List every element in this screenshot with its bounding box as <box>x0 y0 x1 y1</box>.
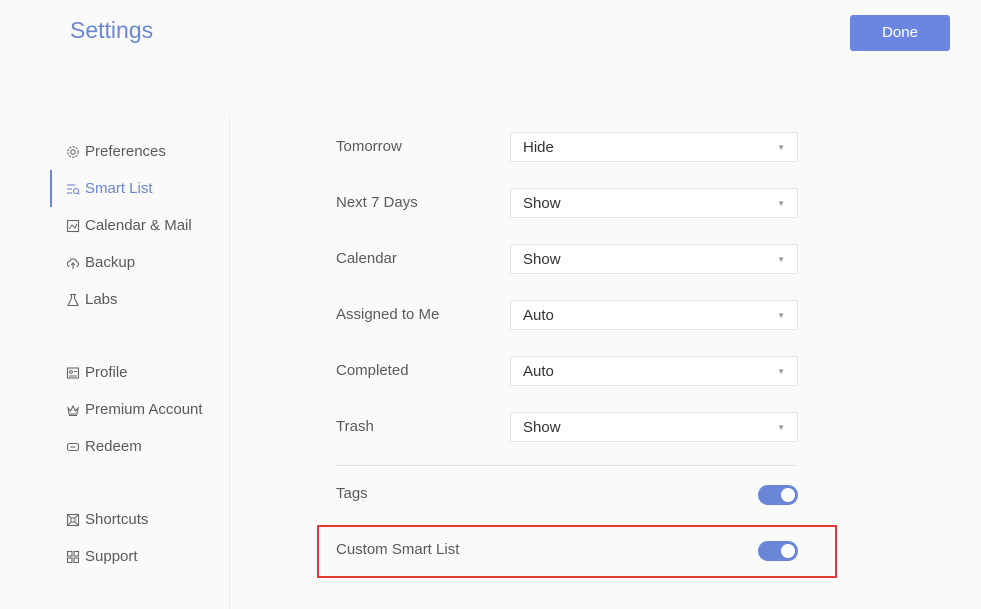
flask-icon <box>66 293 80 307</box>
toggle-knob <box>781 488 795 502</box>
sidebar-item-premium-account[interactable]: Premium Account <box>50 391 229 428</box>
sidebar-item-label: Redeem <box>85 438 142 455</box>
select-value: Auto <box>523 362 554 380</box>
cloud-backup-icon <box>66 256 80 270</box>
sidebar-item-redeem[interactable]: Redeem <box>50 428 229 465</box>
sidebar-item-labs[interactable]: Labs <box>50 281 229 318</box>
next-7-days-select[interactable]: Show ▼ <box>510 188 798 218</box>
sidebar-item-label: Labs <box>85 291 118 308</box>
ticket-icon <box>66 440 80 454</box>
select-value: Show <box>523 194 561 212</box>
profile-card-icon <box>66 366 80 380</box>
row-label-tags: Tags <box>336 485 368 502</box>
sidebar-item-preferences[interactable]: Preferences <box>50 133 229 170</box>
sidebar-item-support[interactable]: Support <box>50 538 229 575</box>
tomorrow-select[interactable]: Hide ▼ <box>510 132 798 162</box>
command-key-icon <box>66 513 80 527</box>
sidebar-item-label: Smart List <box>85 180 153 197</box>
sidebar-item-label: Preferences <box>85 143 166 160</box>
sidebar-item-label: Backup <box>85 254 136 271</box>
section-divider <box>336 465 798 466</box>
row-label-next-7-days: Next 7 Days <box>336 194 418 211</box>
grid-support-icon <box>66 550 80 564</box>
completed-select[interactable]: Auto ▼ <box>510 356 798 386</box>
sidebar-item-calendar-mail[interactable]: Calendar & Mail <box>50 207 229 244</box>
gear-icon <box>66 145 80 159</box>
sidebar-item-shortcuts[interactable]: Shortcuts <box>50 501 229 538</box>
assigned-to-me-select[interactable]: Auto ▼ <box>510 300 798 330</box>
row-label-tomorrow: Tomorrow <box>336 138 402 155</box>
sidebar-item-backup[interactable]: Backup <box>50 244 229 281</box>
row-label-trash: Trash <box>336 418 374 435</box>
calendar-select[interactable]: Show ▼ <box>510 244 798 274</box>
highlight-box <box>317 525 837 578</box>
sidebar-item-label: Shortcuts <box>85 511 149 528</box>
tags-toggle[interactable] <box>758 485 798 505</box>
sidebar-divider <box>229 116 230 609</box>
sidebar-item-label: Support <box>85 548 138 565</box>
crown-icon <box>66 403 80 417</box>
caret-down-icon: ▼ <box>777 143 785 152</box>
caret-down-icon: ▼ <box>777 311 785 320</box>
caret-down-icon: ▼ <box>777 367 785 376</box>
row-label-calendar: Calendar <box>336 250 397 267</box>
caret-down-icon: ▼ <box>777 199 785 208</box>
page-title: Settings <box>70 17 154 43</box>
row-label-assigned-to-me: Assigned to Me <box>336 306 440 323</box>
sidebar-item-smart-list[interactable]: Smart List <box>50 170 229 207</box>
calendar-mail-icon <box>66 219 80 233</box>
select-value: Show <box>523 250 561 268</box>
select-value: Auto <box>523 306 554 324</box>
sidebar-item-label: Calendar & Mail <box>85 217 192 234</box>
sidebar-item-label: Premium Account <box>85 401 203 418</box>
sidebar-item-label: Profile <box>85 364 128 381</box>
trash-select[interactable]: Show ▼ <box>510 412 798 442</box>
select-value: Show <box>523 418 561 436</box>
row-label-completed: Completed <box>336 362 409 379</box>
sidebar-item-profile[interactable]: Profile <box>50 354 229 391</box>
select-value: Hide <box>523 138 554 156</box>
done-button[interactable]: Done <box>850 15 950 51</box>
caret-down-icon: ▼ <box>777 423 785 432</box>
caret-down-icon: ▼ <box>777 255 785 264</box>
smart-list-icon <box>66 182 80 196</box>
